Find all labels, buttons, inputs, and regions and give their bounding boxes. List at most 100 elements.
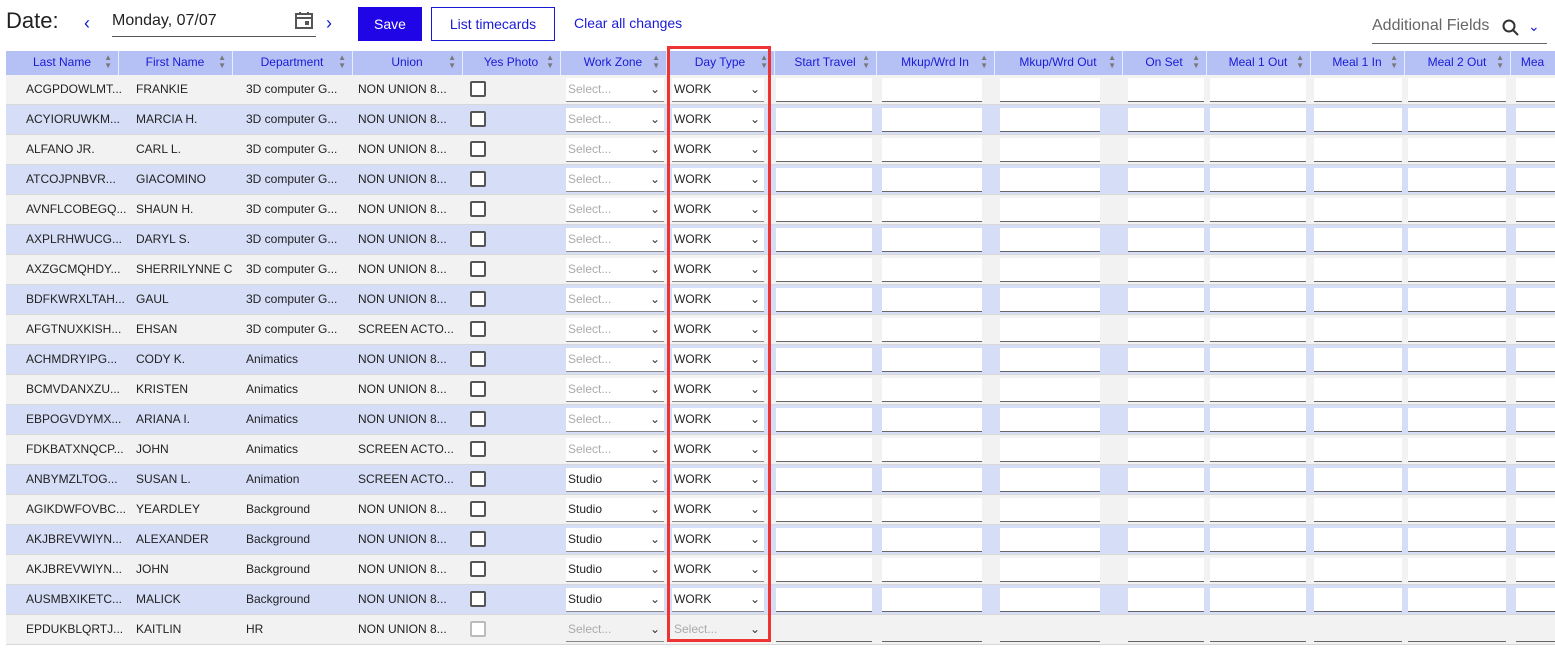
on-set-input[interactable]: [1128, 558, 1204, 582]
meal-1-in-input[interactable]: [1314, 498, 1402, 522]
column-header-start-travel[interactable]: Start Travel ▲ ▼: [774, 51, 876, 75]
on-set-input[interactable]: [1128, 168, 1204, 192]
day-type-select[interactable]: WORK ⌄: [672, 438, 764, 462]
mkup-wrd-out-input[interactable]: [1000, 258, 1100, 282]
meal-2-out-input[interactable]: [1408, 228, 1506, 252]
meal-2-out-input[interactable]: [1408, 498, 1506, 522]
mkup-wrd-out-input[interactable]: [1000, 498, 1100, 522]
meal-1-out-input[interactable]: [1210, 558, 1306, 582]
column-header-first-name[interactable]: First Name ▲ ▼: [118, 51, 232, 75]
work-zone-select[interactable]: Select... ⌄: [566, 198, 664, 222]
mkup-wrd-in-input[interactable]: [882, 108, 982, 132]
sort-icon[interactable]: ▲ ▼: [1390, 54, 1398, 70]
day-type-select[interactable]: WORK ⌄: [672, 228, 764, 252]
meal-2-out-input[interactable]: [1408, 138, 1506, 162]
yes-photo-checkbox[interactable]: [470, 231, 486, 247]
meal-1-out-input[interactable]: [1210, 78, 1306, 102]
meal-2-in-input[interactable]: [1516, 348, 1555, 372]
work-zone-select[interactable]: Studio ⌄: [566, 558, 664, 582]
meal-1-out-input[interactable]: [1210, 108, 1306, 132]
mkup-wrd-in-input[interactable]: [882, 78, 982, 102]
mkup-wrd-out-input[interactable]: [1000, 288, 1100, 312]
sort-icon[interactable]: ▲ ▼: [338, 54, 346, 70]
day-type-select[interactable]: WORK ⌄: [672, 198, 764, 222]
work-zone-select[interactable]: Select... ⌄: [566, 438, 664, 462]
meal-2-in-input[interactable]: [1516, 288, 1555, 312]
sort-icon[interactable]: ▲ ▼: [1496, 54, 1504, 70]
meal-2-out-input[interactable]: [1408, 168, 1506, 192]
meal-1-out-input[interactable]: [1210, 408, 1306, 432]
meal-2-in-input[interactable]: [1516, 78, 1555, 102]
start-travel-input[interactable]: [776, 588, 872, 612]
mkup-wrd-out-input[interactable]: [1000, 588, 1100, 612]
start-travel-input[interactable]: [776, 528, 872, 552]
column-header-meal-1-in[interactable]: Meal 1 In ▲ ▼: [1310, 51, 1404, 75]
column-header-mkup-wrd-out[interactable]: Mkup/Wrd Out ▲ ▼: [994, 51, 1122, 75]
mkup-wrd-in-input[interactable]: [882, 348, 982, 372]
mkup-wrd-in-input[interactable]: [882, 228, 982, 252]
yes-photo-checkbox[interactable]: [470, 621, 486, 637]
on-set-input[interactable]: [1128, 108, 1204, 132]
meal-1-in-input[interactable]: [1314, 408, 1402, 432]
meal-2-in-input[interactable]: [1516, 438, 1555, 462]
yes-photo-checkbox[interactable]: [470, 201, 486, 217]
column-header-on-set[interactable]: On Set ▲ ▼: [1122, 51, 1206, 75]
list-timecards-button[interactable]: List timecards: [431, 7, 555, 41]
yes-photo-checkbox[interactable]: [470, 321, 486, 337]
column-header-union[interactable]: Union ▲ ▼: [352, 51, 462, 75]
sort-icon[interactable]: ▲ ▼: [652, 54, 660, 70]
mkup-wrd-in-input[interactable]: [882, 318, 982, 342]
calendar-icon[interactable]: [294, 10, 314, 30]
mkup-wrd-in-input[interactable]: [882, 588, 982, 612]
day-type-select[interactable]: WORK ⌄: [672, 528, 764, 552]
work-zone-select[interactable]: Select... ⌄: [566, 408, 664, 432]
clear-all-changes-link[interactable]: Clear all changes: [574, 15, 682, 31]
start-travel-input[interactable]: [776, 138, 872, 162]
meal-1-in-input[interactable]: [1314, 468, 1402, 492]
chevron-left-icon[interactable]: ‹: [84, 10, 90, 36]
start-travel-input[interactable]: [776, 348, 872, 372]
sort-icon[interactable]: ▲ ▼: [1296, 54, 1304, 70]
day-type-select[interactable]: WORK ⌄: [672, 378, 764, 402]
on-set-input[interactable]: [1128, 378, 1204, 402]
mkup-wrd-out-input[interactable]: [1000, 468, 1100, 492]
chevron-down-icon[interactable]: ⌄: [1528, 18, 1540, 35]
start-travel-input[interactable]: [776, 108, 872, 132]
yes-photo-checkbox[interactable]: [470, 291, 486, 307]
mkup-wrd-in-input[interactable]: [882, 258, 982, 282]
meal-2-in-input[interactable]: [1516, 468, 1555, 492]
meal-1-in-input[interactable]: [1314, 348, 1402, 372]
yes-photo-checkbox[interactable]: [470, 381, 486, 397]
start-travel-input[interactable]: [776, 378, 872, 402]
meal-2-out-input[interactable]: [1408, 468, 1506, 492]
meal-2-out-input[interactable]: [1408, 618, 1506, 642]
mkup-wrd-in-input[interactable]: [882, 528, 982, 552]
save-button[interactable]: Save: [358, 7, 422, 41]
yes-photo-checkbox[interactable]: [470, 561, 486, 577]
yes-photo-checkbox[interactable]: [470, 501, 486, 517]
yes-photo-checkbox[interactable]: [470, 351, 486, 367]
yes-photo-checkbox[interactable]: [470, 111, 486, 127]
meal-1-in-input[interactable]: [1314, 378, 1402, 402]
yes-photo-checkbox[interactable]: [470, 471, 486, 487]
meal-1-in-input[interactable]: [1314, 258, 1402, 282]
on-set-input[interactable]: [1128, 438, 1204, 462]
date-field[interactable]: Monday, 07/07: [112, 8, 316, 37]
day-type-select[interactable]: WORK ⌄: [672, 258, 764, 282]
meal-2-in-input[interactable]: [1516, 528, 1555, 552]
column-header-meal-2-out[interactable]: Meal 2 Out ▲ ▼: [1404, 51, 1510, 75]
meal-2-out-input[interactable]: [1408, 348, 1506, 372]
start-travel-input[interactable]: [776, 228, 872, 252]
meal-1-in-input[interactable]: [1314, 438, 1402, 462]
meal-2-in-input[interactable]: [1516, 228, 1555, 252]
yes-photo-checkbox[interactable]: [470, 531, 486, 547]
meal-1-out-input[interactable]: [1210, 318, 1306, 342]
meal-2-out-input[interactable]: [1408, 558, 1506, 582]
meal-2-out-input[interactable]: [1408, 408, 1506, 432]
meal-2-in-input[interactable]: [1516, 258, 1555, 282]
meal-1-in-input[interactable]: [1314, 318, 1402, 342]
work-zone-select[interactable]: Studio ⌄: [566, 528, 664, 552]
yes-photo-checkbox[interactable]: [470, 141, 486, 157]
on-set-input[interactable]: [1128, 318, 1204, 342]
start-travel-input[interactable]: [776, 618, 872, 642]
